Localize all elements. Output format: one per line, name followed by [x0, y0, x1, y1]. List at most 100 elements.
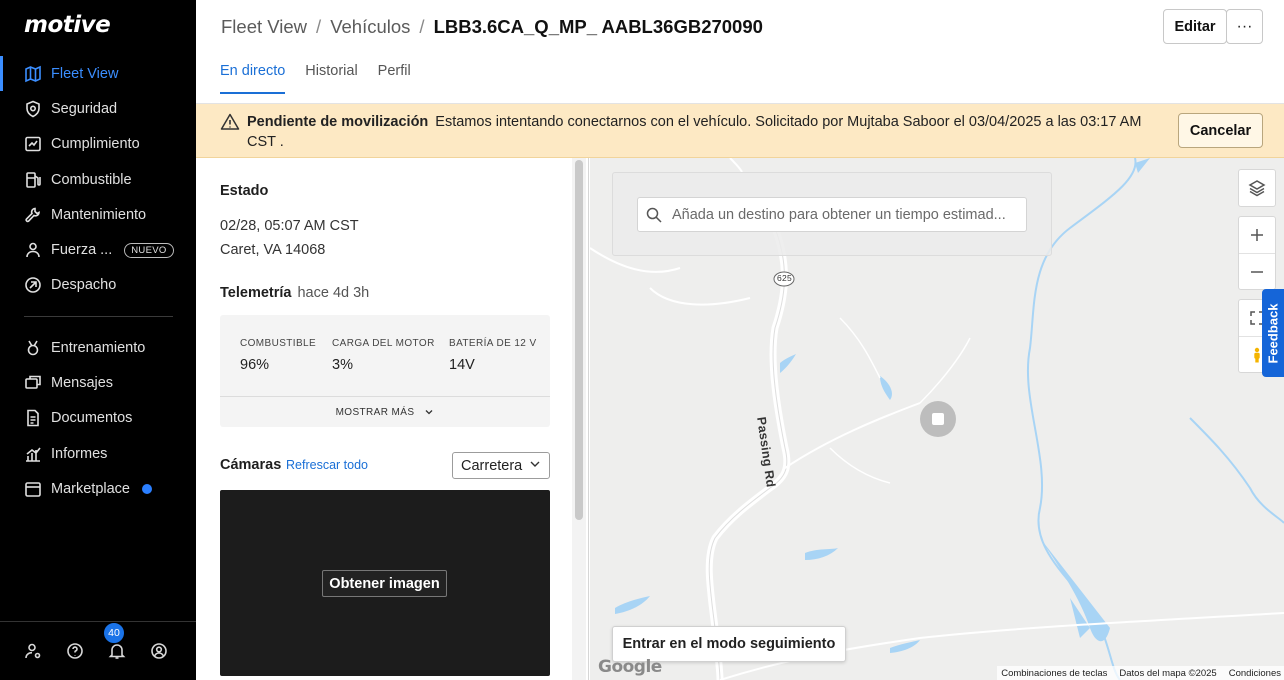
sidebar-divider: [24, 316, 173, 318]
feedback-label: Feedback: [1265, 303, 1281, 363]
messages-icon: [24, 374, 42, 392]
tab-en-directo[interactable]: En directo: [220, 63, 286, 94]
user-settings-icon[interactable]: [24, 642, 42, 660]
camera-select[interactable]: Carretera: [452, 452, 550, 479]
sidebar-item-documentos[interactable]: Documentos: [0, 401, 196, 436]
sidebar-item-fleet-view[interactable]: Fleet View: [0, 56, 196, 92]
telemetry-fuel: COMBUSTIBLE 96%: [240, 338, 316, 373]
sidebar-item-seguridad[interactable]: Seguridad: [0, 91, 196, 126]
sidebar-nav: Fleet View Seguridad Cumplimiento Combus…: [0, 56, 196, 507]
telemetry-age: hace 4d 3h: [297, 285, 370, 301]
help-icon[interactable]: [66, 642, 84, 660]
telemetry-value: 3%: [332, 357, 353, 373]
training-icon: [24, 339, 42, 357]
zoom-in-icon[interactable]: [1239, 217, 1275, 253]
chevron-down-icon: [425, 410, 433, 415]
telemetry-value: 96%: [240, 357, 270, 373]
show-more-button[interactable]: MOSTRAR MÁS: [220, 397, 550, 427]
vehicle-stopped-icon: [932, 413, 944, 425]
sidebar-item-label: Cumplimiento: [51, 136, 140, 153]
banner-title: Pendiente de movilización: [247, 114, 429, 130]
notifications-count-badge: 40: [103, 622, 125, 644]
camera-preview: Obtener imagen: [220, 490, 550, 676]
fuel-icon: [24, 171, 42, 189]
map-attribution: Combinaciones de teclas Datos del mapa ©…: [997, 666, 1284, 680]
motive-logo[interactable]: motive: [24, 12, 111, 38]
feedback-tab[interactable]: Feedback: [1262, 289, 1284, 377]
keyboard-shortcuts-link[interactable]: Combinaciones de teclas: [1001, 668, 1107, 679]
breadcrumb-fleet-view[interactable]: Fleet View: [221, 16, 307, 38]
telemetry-heading: Telemetría hace 4d 3h: [220, 285, 369, 301]
chevron-down-icon: [530, 461, 540, 467]
sidebar-item-cumplimiento[interactable]: Cumplimiento: [0, 127, 196, 162]
sidebar-item-label: Despacho: [51, 277, 117, 294]
telemetry-card: COMBUSTIBLE 96% CARGA DEL MOTOR 3% BATER…: [220, 315, 550, 427]
sidebar-item-mensajes[interactable]: Mensajes: [0, 365, 196, 400]
sidebar-item-label: Marketplace: [51, 480, 130, 497]
account-icon[interactable]: [150, 642, 168, 660]
refresh-all-link[interactable]: Refrescar todo: [286, 458, 368, 472]
bell-icon[interactable]: 40: [103, 622, 126, 660]
map-icon: [24, 65, 42, 83]
destination-search-input[interactable]: [672, 198, 1022, 231]
status-heading: Estado: [220, 183, 269, 199]
sidebar-item-label: Informes: [51, 445, 108, 462]
sidebar-item-entrenamiento[interactable]: Entrenamiento: [0, 330, 196, 365]
sidebar-footer: 40: [0, 621, 196, 680]
edit-button[interactable]: Editar: [1163, 9, 1227, 44]
telemetry-label: COMBUSTIBLE: [240, 338, 317, 349]
telemetry-label: BATERÍA DE 12 V: [449, 338, 537, 349]
reports-icon: [24, 445, 42, 463]
sidebar-item-label: Mensajes: [51, 375, 114, 392]
sidebar-item-label: Combustible: [51, 171, 132, 188]
cameras-heading: Cámaras: [220, 457, 282, 473]
sidebar-item-label: Entrenamiento: [51, 339, 146, 356]
terms-link[interactable]: Condiciones: [1229, 668, 1281, 679]
vehicle-details-panel: Estado 02/28, 05:07 AM CST Caret, VA 140…: [196, 158, 589, 680]
sidebar-item-label: Seguridad: [51, 100, 118, 117]
sidebar-item-despacho[interactable]: Despacho: [0, 268, 196, 303]
show-more-label: MOSTRAR MÁS: [335, 406, 415, 418]
tab-perfil[interactable]: Perfil: [378, 63, 411, 94]
sidebar-item-fuerza[interactable]: Fuerza ... NUEVO: [0, 232, 196, 267]
telemetry-battery: BATERÍA DE 12 V 14V: [449, 338, 537, 373]
status-location: Caret, VA 14068: [220, 242, 326, 258]
destination-search[interactable]: [637, 197, 1027, 232]
panel-scrollbar[interactable]: [575, 160, 583, 520]
new-badge: NUEVO: [124, 242, 174, 258]
more-icon: ···: [1236, 17, 1253, 35]
layers-control[interactable]: [1238, 169, 1276, 207]
sidebar-item-combustible[interactable]: Combustible: [0, 162, 196, 197]
search-icon: [646, 207, 662, 223]
get-image-button[interactable]: Obtener imagen: [322, 570, 447, 597]
person-icon: [24, 241, 42, 259]
zoom-out-icon[interactable]: [1239, 253, 1275, 289]
map[interactable]: Passing Rd 625 Feedback Entrar en el mod…: [590, 158, 1284, 680]
breadcrumb-vehiculos[interactable]: Vehículos: [330, 16, 410, 38]
banner-text: Pendiente de movilización Estamos intenta…: [247, 112, 1167, 152]
telemetry-label: CARGA DEL MOTOR: [332, 338, 435, 349]
camera-select-value: Carretera: [461, 457, 523, 474]
sidebar-item-mantenimiento[interactable]: Mantenimiento: [0, 197, 196, 232]
breadcrumb-separator: /: [419, 16, 425, 37]
layers-icon[interactable]: [1239, 170, 1275, 206]
telemetry-title: Telemetría: [220, 285, 292, 301]
google-logo: Google: [598, 657, 662, 677]
sidebar: motive Fleet View Seguridad Cumplimiento…: [0, 0, 196, 680]
tab-historial[interactable]: Historial: [305, 63, 357, 94]
more-options-button[interactable]: ···: [1226, 9, 1263, 44]
page-header: Fleet View / Vehículos / LBB3.6CA_Q_MP_ …: [196, 0, 1284, 104]
sidebar-item-marketplace[interactable]: Marketplace: [0, 471, 196, 506]
status-time: 02/28, 05:07 AM CST: [220, 218, 359, 234]
marketplace-indicator-dot: [141, 483, 152, 494]
sidebar-item-label: Mantenimiento: [51, 206, 147, 223]
sidebar-item-informes[interactable]: Informes: [0, 436, 196, 471]
sidebar-item-label: Fleet View: [51, 65, 119, 82]
dispatch-icon: [24, 276, 42, 294]
sidebar-item-label: Documentos: [51, 410, 133, 427]
pending-banner: Pendiente de movilización Estamos intenta…: [196, 104, 1284, 158]
cancel-button[interactable]: Cancelar: [1178, 113, 1263, 148]
warning-icon: [220, 113, 240, 130]
vehicle-marker[interactable]: [920, 401, 956, 437]
wrench-icon: [24, 206, 42, 224]
